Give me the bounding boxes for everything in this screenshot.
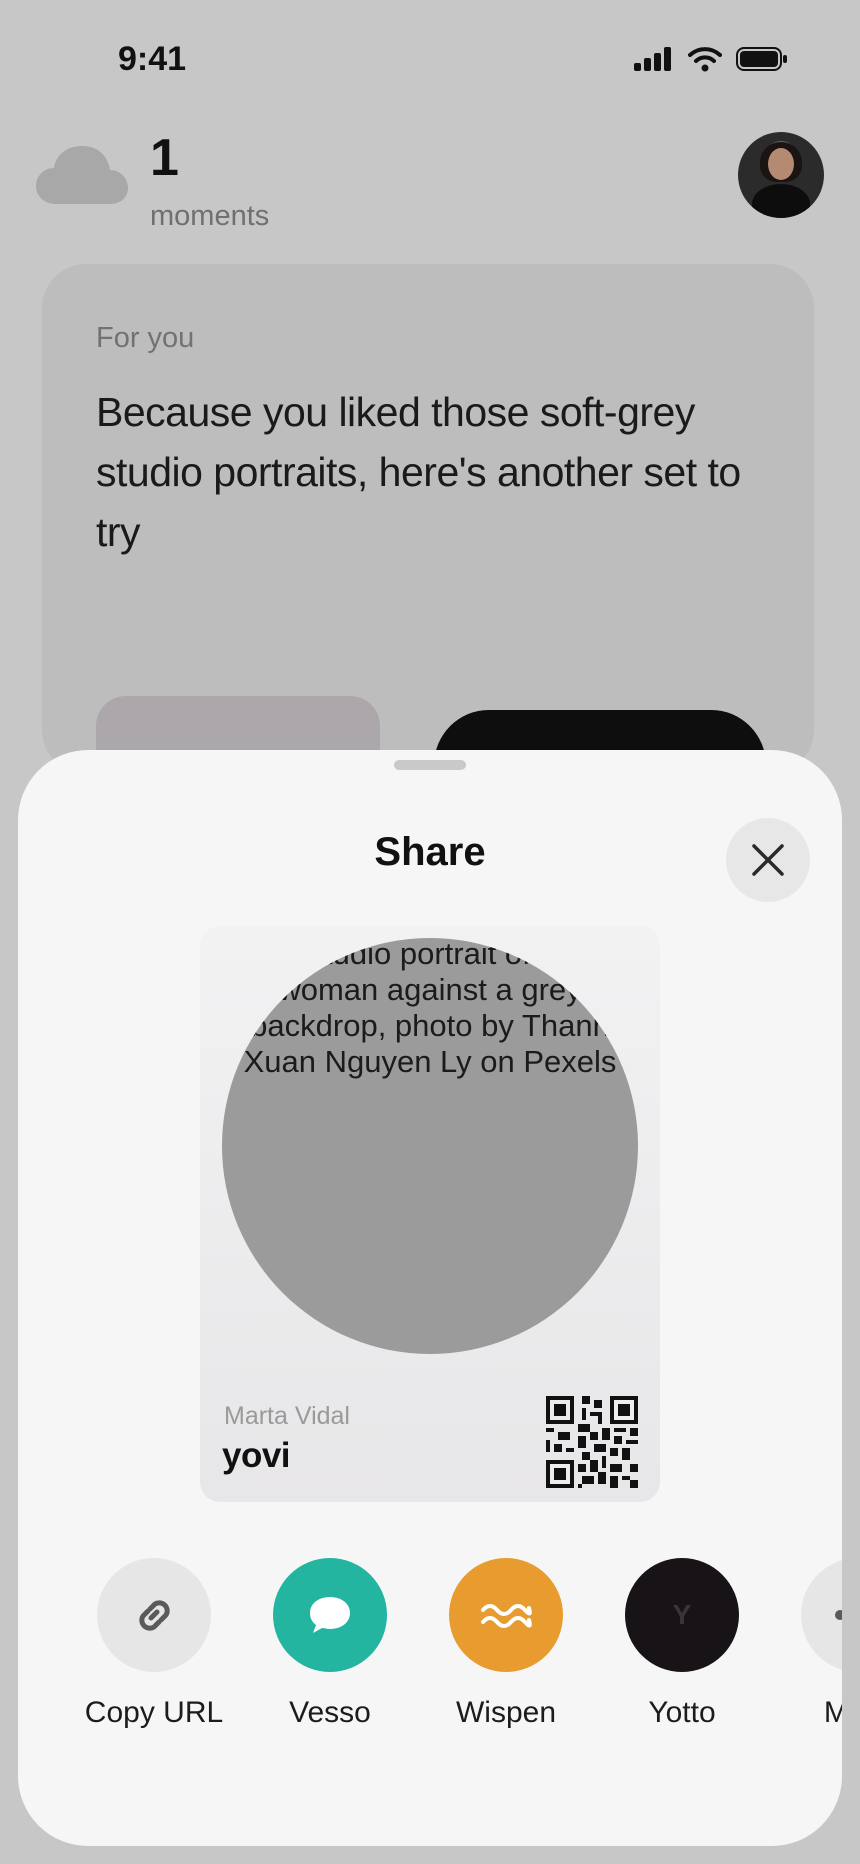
target-label: More [823,1696,842,1729]
signal-icon [634,47,671,71]
avatar[interactable] [738,132,824,218]
cloud-icon [36,146,128,204]
share-target-wispen[interactable]: Wispen [418,1558,594,1730]
brand-wordmark: yovi [222,1436,291,1475]
sheet-title: Share [374,830,486,874]
share-target-yotto[interactable]: Y Yotto [594,1558,770,1730]
more-button[interactable] [801,1558,842,1672]
feed-text: Because you liked those soft-grey studio… [96,389,741,555]
wave-icon [481,1604,532,1628]
status-icons [634,46,788,72]
copy-url-button[interactable] [97,1558,211,1672]
target-label: Vesso [289,1696,371,1729]
yotto-button[interactable]: Y [625,1558,739,1672]
share-targets: Copy URL Vesso Wispen Y Yotto M [18,1558,842,1758]
share-sheet: Share Studio portrait of a woman against… [18,750,842,1846]
share-target-copy-url[interactable]: Copy URL [66,1558,242,1730]
share-target-vesso[interactable]: Vesso [242,1558,418,1730]
battery-icon [736,47,787,71]
wifi-icon [688,47,722,72]
vesso-button[interactable] [273,1558,387,1672]
close-button[interactable] [726,818,810,902]
share-preview-card: Studio portrait of a woman against a gre… [200,926,660,1502]
target-label: Wispen [455,1696,557,1729]
sheet-grabber[interactable] [394,760,466,770]
moments-count: 1 [150,129,179,187]
author-name: Marta Vidal [224,1402,350,1430]
wispen-button[interactable] [449,1558,563,1672]
moments-label: moments [150,200,270,232]
more-icon [835,1610,842,1620]
target-label: Copy URL [84,1696,224,1729]
yotto-logo-icon: Y [672,1599,692,1630]
chat-bubble-icon [310,1597,350,1633]
qr-code-icon [546,1396,638,1488]
photo-alt-text: Studio portrait of a woman against a gre… [243,936,617,1079]
status-time: 9:41 [118,40,187,78]
link-icon [139,1600,170,1631]
share-target-more[interactable]: More [770,1558,842,1730]
feed-card: For you Because you liked those soft-gre… [42,264,814,820]
target-label: Yotto [648,1696,716,1729]
feed-kicker: For you [96,322,195,354]
close-icon [752,844,784,876]
